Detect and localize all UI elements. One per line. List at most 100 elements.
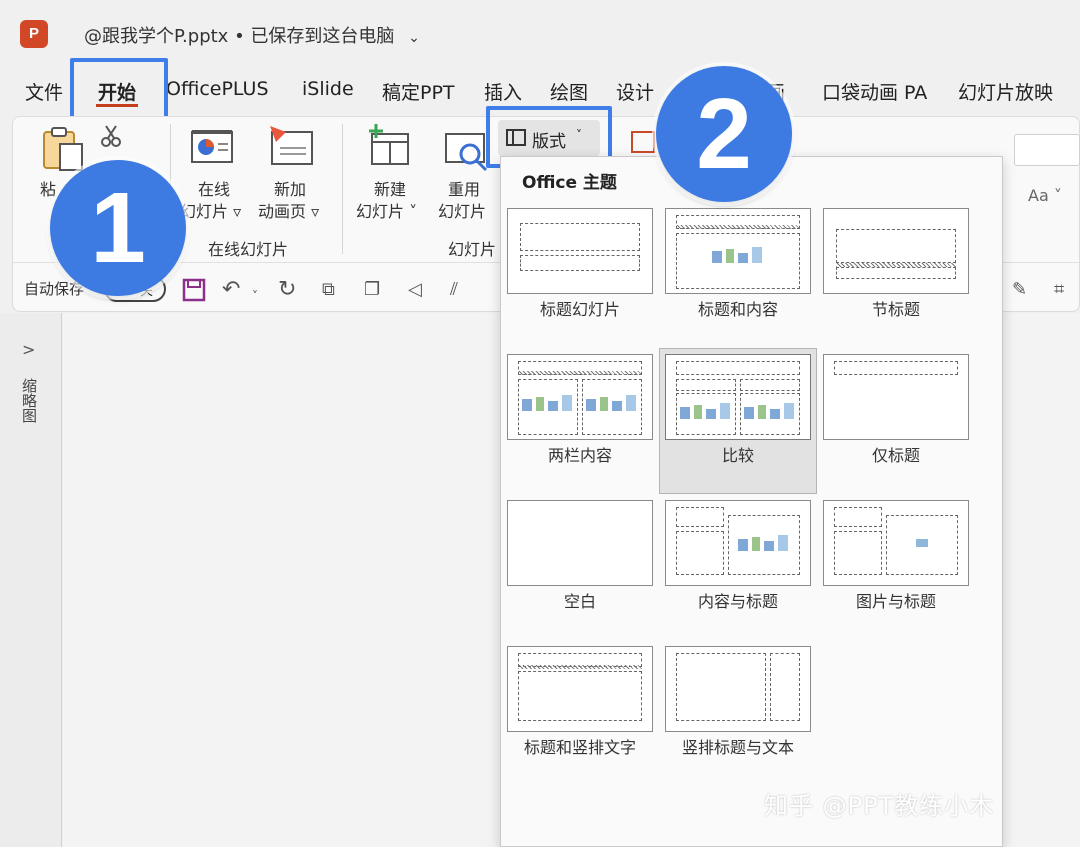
- align-left-icon[interactable]: ◁: [408, 278, 422, 302]
- reuse-slide-label-1[interactable]: 重用: [448, 176, 480, 200]
- right-heading-placeholder: [740, 379, 800, 391]
- title-separator: •: [234, 26, 245, 47]
- paste-icon[interactable]: [40, 124, 88, 172]
- expand-panel-chevron-icon[interactable]: >: [22, 340, 35, 359]
- crop-icon[interactable]: ⌗: [1054, 278, 1064, 302]
- new-animation-label-text: 动画页: [258, 202, 307, 221]
- title-placeholder: [836, 229, 956, 263]
- gallery-heading: Office 主题: [522, 173, 617, 193]
- tab-pocket-animation[interactable]: 口袋动画 PA: [822, 78, 927, 105]
- text-placeholder: [676, 531, 724, 575]
- layout-thumb-two-content[interactable]: [507, 354, 653, 440]
- save-status: 已保存到这台电脑: [250, 26, 395, 47]
- tab-slideshow[interactable]: 幻灯片放映: [958, 78, 1053, 105]
- home-tab-highlight: [70, 58, 168, 124]
- undo-dropdown-chevron-icon[interactable]: ˅: [252, 284, 258, 308]
- new-slide-icon[interactable]: [366, 124, 414, 170]
- new-animation-label-2[interactable]: 动画页 ▿: [258, 198, 319, 222]
- content-icons-icon: [586, 395, 638, 415]
- content-icons-icon: [680, 403, 732, 423]
- arrange-icon[interactable]: ❐: [364, 278, 380, 302]
- paste-label[interactable]: 粘: [40, 176, 56, 200]
- left-heading-placeholder: [676, 379, 736, 391]
- subtitle-placeholder: [520, 255, 640, 271]
- tab-file[interactable]: 文件: [25, 78, 63, 105]
- title-placeholder: [834, 507, 882, 527]
- layout-thumb-blank[interactable]: [507, 500, 653, 586]
- layout-thumb-content-caption[interactable]: [665, 500, 811, 586]
- document-title[interactable]: @跟我学个P.pptx • 已保存到这台电脑 ⌄: [84, 22, 420, 48]
- font-size-box[interactable]: [1014, 134, 1080, 166]
- layout-label: 空白: [563, 592, 596, 611]
- tab-islide[interactable]: iSlide: [302, 78, 354, 100]
- layout-label-selected: 比较: [721, 446, 754, 465]
- content-icons-icon: [712, 247, 764, 267]
- title-placeholder: [834, 361, 958, 375]
- layout-label: 标题幻灯片: [539, 300, 620, 319]
- new-slide-label-1[interactable]: 新建: [374, 176, 406, 200]
- reuse-slide-label-2[interactable]: 幻灯片: [438, 198, 486, 222]
- layout-thumb-vertical-title-text[interactable]: [665, 646, 811, 732]
- layout-label: 节标题: [871, 300, 920, 319]
- new-slide-label-text: 幻灯片: [356, 202, 405, 221]
- title-placeholder: [676, 361, 800, 375]
- step-1-badge: 1: [50, 160, 186, 296]
- layout-label: 仅标题: [871, 446, 920, 465]
- layout-thumb-title-slide[interactable]: [507, 208, 653, 294]
- watermark: 知乎 @PPT教练小木: [764, 792, 995, 820]
- group-online-slides-label: 在线幻灯片: [208, 240, 289, 259]
- picture-icon: [916, 539, 928, 547]
- title-hatch: [676, 225, 800, 229]
- layout-thumb-comparison[interactable]: [665, 354, 811, 440]
- vertical-text-placeholder: [518, 671, 642, 721]
- vertical-title-placeholder: [770, 653, 800, 721]
- document-name: @跟我学个P.pptx: [84, 26, 229, 47]
- save-icon[interactable]: [182, 278, 206, 302]
- new-slide-label-2[interactable]: 幻灯片 ˅: [356, 198, 417, 222]
- reuse-slide-icon[interactable]: [442, 126, 490, 172]
- layout-thumb-picture-caption[interactable]: [823, 500, 969, 586]
- tab-gaoding-ppt[interactable]: 稿定PPT: [382, 78, 455, 105]
- title-hatch: [518, 371, 642, 375]
- layout-thumb-title-vertical-text[interactable]: [507, 646, 653, 732]
- content-icons-icon: [522, 395, 574, 415]
- layout-thumb-title-only[interactable]: [823, 354, 969, 440]
- tab-draw[interactable]: 绘图: [550, 78, 588, 105]
- online-slide-icon[interactable]: [188, 126, 236, 170]
- format-painter-icon[interactable]: ✎: [1012, 278, 1027, 302]
- title-placeholder: [676, 507, 724, 527]
- online-slide-label-1[interactable]: 在线: [194, 176, 234, 200]
- layout-label: 内容与标题: [697, 592, 778, 611]
- tab-officeplus[interactable]: OfficePLUS: [166, 78, 269, 100]
- new-animation-label-1[interactable]: 新加: [274, 176, 306, 200]
- layout-thumb-title-content[interactable]: [665, 208, 811, 294]
- layout-label: 标题和内容: [697, 300, 778, 319]
- new-animation-page-icon[interactable]: [266, 124, 316, 168]
- section-icon[interactable]: [630, 130, 656, 154]
- ribbon-divider: [342, 124, 343, 254]
- content-icons-icon: [744, 403, 796, 423]
- layout-label: 标题和竖排文字: [523, 738, 636, 757]
- change-case-label: Aa: [1028, 186, 1049, 205]
- undo-icon[interactable]: ↶: [222, 278, 240, 302]
- online-slide-label-text: 幻灯片: [180, 202, 229, 221]
- change-case-button[interactable]: Aa ˅: [1028, 186, 1062, 205]
- flip-icon[interactable]: ⫽: [450, 278, 458, 302]
- tab-design[interactable]: 设计: [616, 78, 654, 105]
- online-slide-label-2[interactable]: 幻灯片 ▿: [180, 198, 241, 222]
- tab-insert[interactable]: 插入: [484, 78, 522, 105]
- title-hatch: [518, 665, 642, 669]
- text-placeholder: [836, 267, 956, 279]
- content-icons-icon: [738, 535, 790, 555]
- chevron-down-icon[interactable]: ⌄: [408, 30, 420, 46]
- cut-icon[interactable]: [100, 124, 122, 148]
- text-placeholder: [834, 531, 882, 575]
- thumbnail-panel-label[interactable]: 缩略图: [20, 378, 40, 423]
- text-placeholder: [676, 653, 766, 721]
- layout-label: 竖排标题与文本: [681, 738, 794, 757]
- redo-icon[interactable]: ↻: [278, 278, 296, 302]
- group-objects-icon[interactable]: ⧉: [322, 278, 335, 302]
- group-slides-label: 幻灯片: [448, 240, 497, 259]
- layout-label: 图片与标题: [855, 592, 936, 611]
- layout-thumb-section-header[interactable]: [823, 208, 969, 294]
